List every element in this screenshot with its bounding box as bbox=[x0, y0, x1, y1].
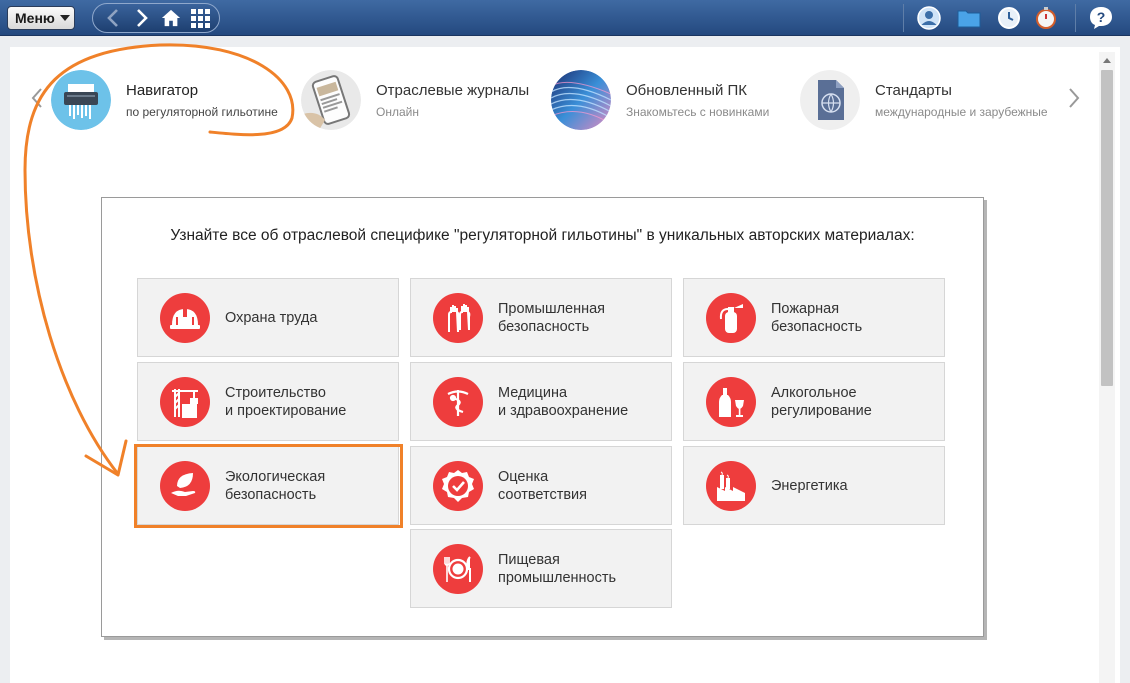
carousel-item-subtitle: Онлайн bbox=[376, 104, 419, 119]
carousel-item-subtitle: Знакомьтесь с новинками bbox=[626, 104, 770, 119]
magazine-phone-icon bbox=[301, 70, 361, 130]
carousel-item-journals[interactable]: Отраслевые журналы Онлайн bbox=[301, 68, 529, 132]
carousel-item-updated-pc[interactable]: Обновленный ПК Знакомьтесь с новинками bbox=[551, 68, 769, 132]
carousel-next-icon[interactable] bbox=[1067, 86, 1081, 110]
tile-construction[interactable]: Строительство и проектирование bbox=[137, 362, 399, 441]
tile-label: Медицина и здравоохранение bbox=[498, 384, 629, 419]
forward-icon[interactable] bbox=[132, 7, 152, 29]
carousel-item-standards[interactable]: Стандарты международные и зарубежные bbox=[800, 68, 1048, 132]
caret-down-icon bbox=[59, 15, 70, 21]
globe-document-icon bbox=[800, 70, 860, 130]
carousel-item-subtitle: международные и зарубежные bbox=[875, 104, 1048, 119]
back-icon[interactable] bbox=[103, 7, 123, 29]
home-icon[interactable] bbox=[161, 7, 181, 29]
tile-energy[interactable]: Энергетика bbox=[683, 446, 945, 525]
tile-label: Оценка соответствия bbox=[498, 468, 588, 503]
toolbar-divider bbox=[1075, 4, 1076, 32]
tile-industrial-safety[interactable]: Промышленная безопасность bbox=[410, 278, 672, 357]
carousel-item-subtitle: по регуляторной гильотине bbox=[126, 104, 278, 119]
tile-label: Энергетика bbox=[771, 477, 848, 494]
toolbar-divider bbox=[903, 4, 904, 32]
hard-hat-icon bbox=[160, 292, 210, 343]
tile-label: Промышленная безопасность bbox=[498, 300, 606, 335]
industries-headline: Узнайте все об отраслевой специфике "рег… bbox=[170, 227, 915, 244]
menu-button-label: Меню bbox=[15, 10, 55, 26]
top-toolbar: Меню ? bbox=[0, 0, 1130, 36]
user-icon[interactable] bbox=[917, 6, 941, 30]
scroll-up-icon[interactable] bbox=[1103, 58, 1111, 63]
factory-icon bbox=[706, 460, 756, 511]
gloves-icon bbox=[433, 292, 483, 343]
tile-medicine[interactable]: Медицина и здравоохранение bbox=[410, 362, 672, 441]
leaf-hand-icon bbox=[160, 460, 210, 511]
plate-cutlery-icon bbox=[433, 543, 483, 594]
tile-label: Алкогольное регулирование bbox=[771, 384, 872, 419]
carousel-item-navigator[interactable]: Навигатор по регуляторной гильотине bbox=[51, 68, 278, 132]
carousel-item-title: Обновленный ПК bbox=[626, 81, 748, 99]
folder-icon[interactable] bbox=[957, 6, 981, 30]
carousel-item-title: Стандарты bbox=[875, 81, 952, 99]
tile-label: Строительство и проектирование bbox=[225, 384, 347, 419]
tile-alcohol-regulation[interactable]: Алкогольное регулирование bbox=[683, 362, 945, 441]
tile-conformity-assessment[interactable]: Оценка соответствия bbox=[410, 446, 672, 525]
vertical-scrollbar[interactable] bbox=[1099, 52, 1115, 683]
tile-ecological-safety[interactable]: Экологическая безопасность bbox=[137, 446, 399, 525]
carousel-item-title: Отраслевые журналы bbox=[376, 81, 530, 99]
fire-extinguisher-icon bbox=[706, 292, 756, 343]
crane-icon bbox=[160, 376, 210, 427]
caduceus-icon bbox=[433, 376, 483, 427]
shredder-icon bbox=[51, 70, 111, 130]
check-badge-icon bbox=[433, 460, 483, 511]
tile-label: Пищевая промышленность bbox=[498, 551, 617, 586]
bottle-glass-icon bbox=[706, 376, 756, 427]
carousel-prev-icon[interactable] bbox=[30, 86, 44, 110]
scrollbar-thumb[interactable] bbox=[1101, 70, 1113, 386]
clock-icon[interactable] bbox=[997, 6, 1021, 30]
tile-label: Охрана труда bbox=[225, 309, 318, 326]
menu-button[interactable]: Меню bbox=[7, 6, 75, 30]
stopwatch-icon[interactable] bbox=[1034, 6, 1058, 30]
tile-food-industry[interactable]: Пищевая промышленность bbox=[410, 529, 672, 608]
abstract-wave-icon bbox=[551, 70, 611, 130]
tile-labor-protection[interactable]: Охрана труда bbox=[137, 278, 399, 357]
grid-icon[interactable] bbox=[190, 7, 210, 29]
tile-label: Экологическая безопасность bbox=[225, 468, 326, 503]
navigation-group bbox=[92, 3, 220, 33]
help-icon[interactable]: ? bbox=[1089, 6, 1113, 30]
carousel-item-title: Навигатор bbox=[126, 81, 199, 99]
tile-label: Пожарная безопасность bbox=[771, 300, 863, 335]
tile-fire-safety[interactable]: Пожарная безопасность bbox=[683, 278, 945, 357]
svg-text:?: ? bbox=[1097, 9, 1106, 25]
